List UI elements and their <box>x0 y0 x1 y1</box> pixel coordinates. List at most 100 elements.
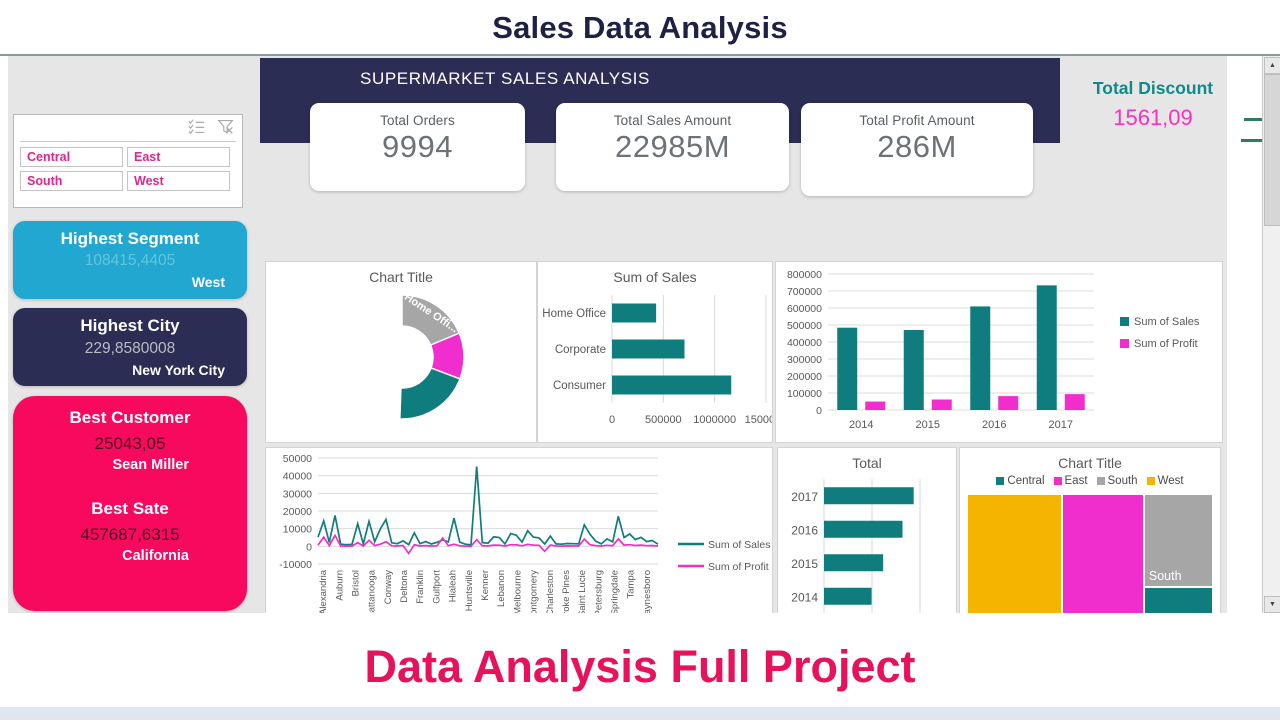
svg-text:Sum of Sales: Sum of Sales <box>708 539 770 551</box>
card-title: Highest Segment <box>60 229 200 248</box>
svg-text:800000: 800000 <box>787 269 822 281</box>
svg-text:Home Office: Home Office <box>542 308 606 320</box>
svg-text:Sum of Profit: Sum of Profit <box>1134 338 1198 350</box>
svg-text:Corporate: Corporate <box>555 344 606 356</box>
multi-select-icon[interactable] <box>188 118 205 135</box>
treemap-legend-item: South <box>1096 475 1138 487</box>
vertical-scrollbar[interactable]: ▲ ▼ <box>1262 56 1280 614</box>
svg-text:1000000: 1000000 <box>693 414 736 426</box>
chart-panel-sales-profit-by-city[interactable]: -10000 0 10000 20000 30000 40000 50000 Alexandr… <box>265 447 773 614</box>
chart-title: Chart Title <box>1058 455 1122 471</box>
clear-filter-icon[interactable] <box>217 118 234 135</box>
treemap-legend-item: West <box>1146 475 1184 487</box>
svg-text:1500000: 1500000 <box>745 414 772 426</box>
slicer-option-south[interactable]: South <box>20 171 123 191</box>
svg-text:Conway: Conway <box>383 570 394 605</box>
svg-text:Alexandria: Alexandria <box>318 569 329 614</box>
treemap-cell-west[interactable]: West <box>968 495 1061 614</box>
chart-panel-donut[interactable]: Chart Title Con...Cor...Home Offi... <box>265 261 537 443</box>
svg-text:Gulfport: Gulfport <box>431 570 442 604</box>
svg-text:2017: 2017 <box>1049 419 1073 431</box>
svg-text:North Charleston: North Charleston <box>545 570 556 614</box>
slicer-option-central[interactable]: Central <box>20 147 123 167</box>
svg-text:100000: 100000 <box>787 388 822 400</box>
svg-text:Consumer: Consumer <box>553 380 606 392</box>
kpi-value: 286M <box>877 129 957 164</box>
svg-text:Hialeah: Hialeah <box>448 570 459 602</box>
video-bottom-title: Data Analysis Full Project <box>0 613 1280 720</box>
svg-text:Sum of Profit: Sum of Profit <box>708 561 769 573</box>
svg-text:200000: 200000 <box>787 371 822 383</box>
chart-panel-sum-of-sales[interactable]: Sum of Sales 0 500000 1000000 1500000 Home O… <box>537 261 773 443</box>
video-top-title: Sales Data Analysis <box>0 0 1280 56</box>
scroll-up-arrow[interactable]: ▲ <box>1264 57 1280 74</box>
svg-text:600000: 600000 <box>787 303 822 315</box>
svg-text:30000: 30000 <box>283 488 312 500</box>
treemap-cell-east[interactable]: East <box>1062 495 1144 614</box>
card-caption: New York City <box>132 362 225 378</box>
kpi-card-total-profit: Total Profit Amount 286M <box>801 103 1033 196</box>
treemap-cell-south[interactable]: South <box>1144 495 1212 587</box>
scrollbar-thumb[interactable] <box>1264 74 1280 226</box>
card-highest-segment: Highest Segment 108415,4405 West <box>13 221 247 299</box>
chart-panel-sales-profit-by-year[interactable]: 0 100000 200000 300000 400000 500000 600000 700… <box>775 261 1223 443</box>
svg-text:Lebanon: Lebanon <box>496 570 507 607</box>
svg-text:Pembroke Pines: Pembroke Pines <box>561 570 572 614</box>
left-margin <box>0 56 8 614</box>
card-value: 229,8580008 <box>84 340 176 357</box>
svg-text:Auburn: Auburn <box>334 570 345 601</box>
kpi-value: 9994 <box>382 129 453 164</box>
svg-text:Chattanooga: Chattanooga <box>367 569 378 614</box>
kpi-card-total-orders: Total Orders 9994 <box>310 103 525 191</box>
best-customer-value: 25043,05 <box>94 434 166 453</box>
svg-text:2014: 2014 <box>849 419 873 431</box>
svg-text:10000: 10000 <box>283 524 312 536</box>
scroll-down-arrow[interactable]: ▼ <box>1264 596 1280 613</box>
svg-text:0: 0 <box>609 414 615 426</box>
svg-text:2017: 2017 <box>791 490 818 504</box>
slicer-option-east[interactable]: East <box>127 147 230 167</box>
total-discount-value: 1561,09 <box>1113 105 1193 130</box>
best-customer-title: Best Customer <box>69 408 191 427</box>
slicer-options: Central East South West <box>14 142 242 191</box>
slicer-option-west[interactable]: West <box>127 171 230 191</box>
svg-text:40000: 40000 <box>283 471 312 483</box>
chart-panel-total[interactable]: Total 0500001000002014201520162017 <box>777 447 957 614</box>
treemap-legend-item: East <box>1053 475 1088 487</box>
svg-text:0: 0 <box>306 541 312 553</box>
treemap-legend: Central East South West <box>960 475 1220 487</box>
svg-text:Kenner: Kenner <box>480 570 491 601</box>
excel-canvas: SUPERMARKET SALES ANALYSIS Total Orders … <box>0 56 1280 614</box>
svg-text:50000: 50000 <box>283 453 312 465</box>
svg-text:Waynesboro: Waynesboro <box>642 570 653 614</box>
app-bottom-chrome <box>0 707 1280 720</box>
svg-text:2015: 2015 <box>916 419 940 431</box>
chart-panel-region-treemap[interactable]: Chart Title CentralEastSouthWest WestEas… <box>959 447 1221 614</box>
chart-title: Sum of Sales <box>613 269 697 285</box>
svg-text:Melbourne: Melbourne <box>512 570 523 614</box>
svg-text:Bristol: Bristol <box>350 570 361 596</box>
svg-text:-10000: -10000 <box>279 559 312 571</box>
svg-text:500000: 500000 <box>787 320 822 332</box>
best-state-name: California <box>122 548 189 564</box>
kpi-value: 22985M <box>614 129 731 164</box>
svg-text:Port Saint Lucie: Port Saint Lucie <box>577 570 588 614</box>
kpi-label: Total Orders <box>380 113 455 128</box>
best-state-title: Best Sate <box>91 499 169 518</box>
treemap-cell-central[interactable]: Central <box>1144 587 1212 614</box>
kpi-label: Total Profit Amount <box>859 113 975 128</box>
card-best-customer-state: Best Customer 25043,05 Sean Miller Best … <box>13 396 247 611</box>
card-caption: West <box>191 274 225 290</box>
region-slicer[interactable]: Central East South West <box>13 114 243 208</box>
svg-text:300000: 300000 <box>787 354 822 366</box>
svg-text:700000: 700000 <box>787 286 822 298</box>
svg-text:0: 0 <box>816 405 822 417</box>
svg-text:Deltona: Deltona <box>399 569 410 602</box>
card-value: 108415,4405 <box>84 252 176 269</box>
svg-text:Saint Petersburg: Saint Petersburg <box>593 570 604 614</box>
treemap-cells: WestEastSouthCentral <box>968 495 1212 614</box>
chart-title: Chart Title <box>369 269 433 285</box>
svg-text:500000: 500000 <box>645 414 682 426</box>
dashboard-title: SUPERMARKET SALES ANALYSIS <box>360 69 650 88</box>
svg-text:2014: 2014 <box>791 590 818 604</box>
